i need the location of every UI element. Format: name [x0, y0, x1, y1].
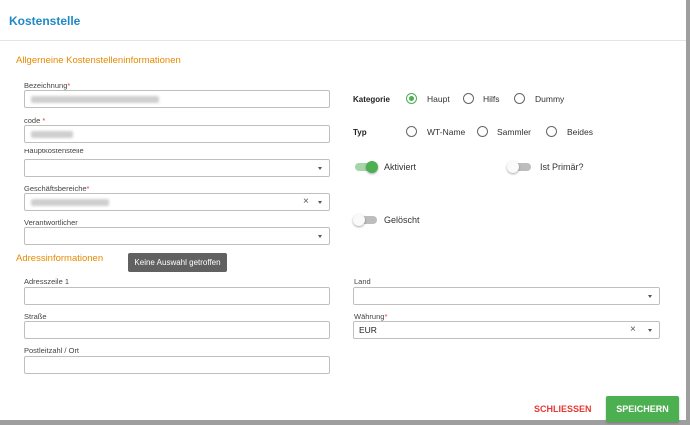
chevron-down-icon: [648, 329, 652, 332]
waehrung-value: EUR: [359, 325, 377, 335]
radio-sammler-label: Sammler: [497, 127, 532, 137]
bezeichnung-label: Bezeichnung*: [24, 81, 71, 90]
strasse-field[interactable]: [24, 321, 330, 339]
close-button[interactable]: SCHLIESSEN: [534, 404, 592, 414]
radio-wt-name[interactable]: [406, 126, 417, 137]
radio-beides-label: Beides: [567, 127, 593, 137]
radio-dummy[interactable]: [514, 93, 525, 104]
land-select[interactable]: [353, 287, 660, 305]
hauptkostenstelle-select[interactable]: [24, 159, 330, 177]
chevron-down-icon: [648, 295, 652, 298]
ist-primaer-label: Ist Primär?: [540, 162, 584, 172]
postleitzahl-label: Postleitzahl / Ort: [24, 346, 80, 355]
typ-label: Typ: [353, 128, 367, 137]
verantwortlicher-label: Verantwortlicher: [24, 218, 78, 227]
section-title-address: Adressinformationen: [16, 253, 104, 264]
geschaeftsbereiche-label: Geschäftsbereiche*: [24, 184, 90, 193]
save-button[interactable]: SPEICHERN: [606, 396, 679, 422]
adresszeile-label: Adresszeile 1: [24, 277, 70, 286]
redacted-value: [31, 131, 73, 138]
kategorie-label: Kategorie: [353, 95, 390, 104]
radio-dummy-label: Dummy: [535, 94, 565, 104]
toggle-thumb: [507, 161, 519, 173]
strasse-label: Straße: [24, 312, 47, 321]
radio-hilfs[interactable]: [463, 93, 474, 104]
geschaeftsbereiche-select[interactable]: ×: [24, 193, 330, 211]
radio-haupt[interactable]: [406, 93, 417, 104]
radio-haupt-label: Haupt: [427, 94, 450, 104]
section-title-general: Allgerneine Kostenstelleninformationen: [16, 55, 181, 66]
redacted-value: [31, 199, 109, 206]
aktiviert-label: Aktiviert: [384, 162, 417, 172]
code-label: code *: [24, 116, 46, 125]
radio-beides[interactable]: [546, 126, 557, 137]
chevron-down-icon: [318, 201, 322, 204]
redacted-value: [31, 96, 159, 103]
waehrung-select[interactable]: EUR ×: [353, 321, 660, 339]
adresszeile-field[interactable]: [24, 287, 330, 305]
title-divider: [0, 40, 686, 41]
dialog-title: Kostenstelle: [9, 14, 81, 28]
clear-icon[interactable]: ×: [303, 196, 309, 207]
verantwortlicher-select[interactable]: [24, 227, 330, 245]
toggle-thumb: [353, 214, 365, 226]
tooltip: Keine Auswahl getroffen: [128, 253, 227, 272]
bezeichnung-field[interactable]: [24, 90, 330, 108]
waehrung-label: Währung*: [354, 312, 388, 321]
window-border-bottom: [0, 420, 690, 425]
radio-sammler[interactable]: [477, 126, 488, 137]
radio-hilfs-label: Hilfs: [483, 94, 500, 104]
chevron-down-icon: [318, 167, 322, 170]
land-label: Land: [354, 277, 371, 286]
clear-icon[interactable]: ×: [630, 324, 636, 335]
geloescht-label: Gelöscht: [384, 215, 420, 225]
radio-wt-name-label: WT-Name: [427, 127, 466, 137]
hauptkostenstelle-label: Hauptkostenstelle: [24, 149, 84, 155]
toggle-thumb: [366, 161, 378, 173]
chevron-down-icon: [318, 235, 322, 238]
window-border-right: [686, 0, 690, 425]
code-field[interactable]: [24, 125, 330, 143]
postleitzahl-field[interactable]: [24, 356, 330, 374]
